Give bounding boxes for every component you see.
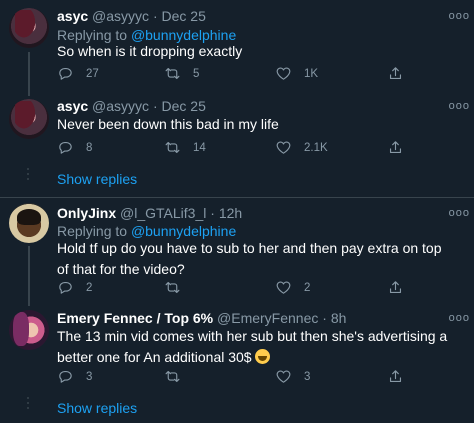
tweet-text: So when is it dropping exactly: [57, 43, 243, 59]
user-handle[interactable]: @l_GTALif3_l: [120, 205, 206, 221]
tweet-asyc-2[interactable]: asyc @asyyyc · Dec 25 ooo Never been dow…: [0, 95, 474, 160]
display-name[interactable]: asyc: [57, 8, 88, 24]
retweet-icon: [165, 141, 180, 154]
share-button[interactable]: [387, 368, 404, 385]
reply-button[interactable]: 2: [57, 279, 92, 296]
thread-ellipsis: [27, 397, 29, 412]
show-replies-link[interactable]: Show replies: [57, 171, 137, 187]
tweet-text: Hold tf up do you have to sub to her and…: [57, 240, 442, 277]
timestamp[interactable]: 12h: [219, 205, 242, 221]
tweet-header: OnlyJinx @l_GTALif3_l · 12h: [57, 205, 242, 221]
thread-connector: [28, 246, 30, 306]
avatar[interactable]: [9, 99, 49, 139]
more-options-icon[interactable]: ooo: [449, 207, 470, 219]
reply-icon: [59, 67, 72, 80]
like-button[interactable]: 3: [275, 368, 310, 385]
avatar[interactable]: [9, 8, 49, 48]
timestamp[interactable]: Dec 25: [162, 8, 206, 24]
grinning-sweat-emoji: [255, 349, 271, 364]
more-options-icon[interactable]: ooo: [449, 100, 470, 112]
like-count: 1K: [304, 67, 319, 80]
reply-button[interactable]: 27: [57, 65, 99, 82]
tweet-actions: 3 3: [57, 368, 457, 388]
reply-button[interactable]: 3: [57, 368, 92, 385]
like-button[interactable]: 2.1K: [275, 139, 328, 156]
heart-icon: [276, 281, 291, 294]
retweet-button[interactable]: 14: [164, 139, 206, 156]
timestamp[interactable]: 8h: [331, 310, 347, 326]
user-handle[interactable]: @EmeryFennec: [217, 310, 318, 326]
tweet-actions: 27 5 1K: [57, 65, 457, 85]
reply-icon: [59, 370, 72, 383]
thread-ellipsis: [27, 168, 29, 183]
separator-dot: ·: [210, 205, 215, 221]
tweet-text-container: The 13 min vid comes with her sub but th…: [57, 326, 457, 368]
share-button[interactable]: [387, 279, 404, 296]
tweet-actions: 8 14 2.1K: [57, 139, 457, 159]
tweet-onlyjinx[interactable]: OnlyJinx @l_GTALif3_l · 12h ooo Replying…: [0, 198, 474, 298]
tweet-header: asyc @asyyyc · Dec 25: [57, 98, 206, 114]
reply-button[interactable]: 8: [57, 139, 92, 156]
share-button[interactable]: [387, 65, 404, 82]
retweet-icon: [165, 67, 180, 80]
heart-icon: [276, 370, 291, 383]
tweet-header: asyc @asyyyc · Dec 25: [57, 8, 206, 24]
display-name[interactable]: OnlyJinx: [57, 205, 116, 221]
show-replies-link[interactable]: Show replies: [57, 400, 137, 416]
retweet-count: 5: [193, 67, 200, 80]
avatar[interactable]: [9, 203, 49, 243]
like-button[interactable]: 1K: [275, 65, 318, 82]
user-handle[interactable]: @asyyyc: [92, 8, 149, 24]
reply-icon: [59, 281, 72, 294]
more-options-icon[interactable]: ooo: [449, 10, 470, 22]
retweet-button[interactable]: 5: [164, 65, 199, 82]
heart-icon: [276, 67, 291, 80]
reply-count: 27: [86, 67, 99, 80]
reply-icon: [59, 141, 72, 154]
separator-dot: ·: [322, 310, 327, 326]
share-icon: [389, 67, 402, 80]
separator-dot: ·: [152, 8, 158, 24]
separator-dot: ·: [152, 98, 158, 114]
heart-icon: [276, 141, 291, 154]
like-button[interactable]: 2: [275, 279, 310, 296]
display-name[interactable]: asyc: [57, 98, 88, 114]
like-count: 3: [304, 370, 311, 383]
retweet-button[interactable]: [164, 368, 193, 385]
tweet-asyc-1[interactable]: asyc @asyyyc · Dec 25 ooo Replying to @b…: [0, 0, 474, 95]
reply-count: 8: [86, 141, 93, 154]
retweet-count: 14: [193, 141, 206, 154]
replying-to: Replying to @bunnydelphine: [57, 223, 236, 239]
retweet-button[interactable]: [164, 279, 193, 296]
share-icon: [389, 281, 402, 294]
share-icon: [389, 370, 402, 383]
like-count: 2: [304, 281, 311, 294]
replying-to-mention[interactable]: @bunnydelphine: [131, 223, 236, 239]
avatar[interactable]: [9, 310, 49, 350]
retweet-icon: [165, 370, 180, 383]
tweet-text: The 13 min vid comes with her sub but th…: [57, 328, 448, 365]
replying-to-label: Replying to: [57, 223, 128, 239]
share-button[interactable]: [387, 139, 404, 156]
reply-count: 3: [86, 370, 93, 383]
retweet-icon: [165, 281, 180, 294]
reply-count: 2: [86, 281, 93, 294]
user-handle[interactable]: @asyyyc: [92, 98, 149, 114]
tweet-actions: 2 2: [57, 279, 457, 299]
more-options-icon[interactable]: ooo: [449, 312, 470, 324]
timestamp[interactable]: Dec 25: [162, 98, 206, 114]
like-count: 2.1K: [304, 141, 328, 154]
tweet-text: Never been down this bad in my life: [57, 116, 279, 132]
tweet-header: Emery Fennec / Top 6% @EmeryFennec · 8h: [57, 310, 346, 326]
display-name[interactable]: Emery Fennec / Top 6%: [57, 310, 213, 326]
tweet-emeryfennec[interactable]: Emery Fennec / Top 6% @EmeryFennec · 8h …: [0, 306, 474, 391]
share-icon: [389, 141, 402, 154]
